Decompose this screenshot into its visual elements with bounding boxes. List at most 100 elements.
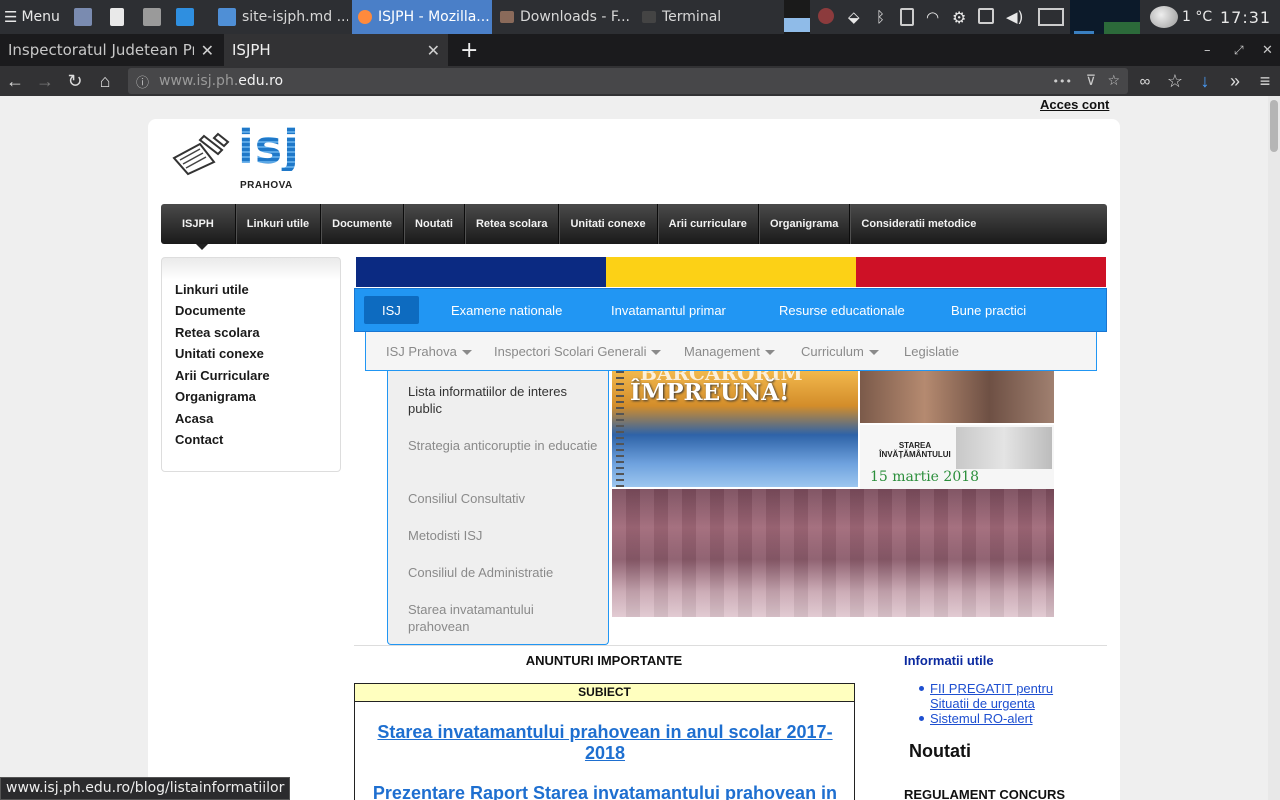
dropdown-item-lista-informatiilor[interactable]: Lista informatiilor de interes public: [408, 383, 598, 417]
dropdown-item-consiliul-consultativ[interactable]: Consiliul Consultativ: [408, 490, 598, 507]
volume-icon[interactable]: ◀): [1006, 8, 1023, 26]
task-text-editor[interactable]: site-isjph.md ...: [212, 0, 348, 34]
info-link-ro-alert[interactable]: Sistemul RO-alert: [919, 711, 1090, 726]
submenu-legislatie[interactable]: Legislatie: [904, 344, 959, 359]
acces-cont-link[interactable]: Acces cont: [1040, 97, 1109, 112]
minimize-window-button[interactable]: –: [1196, 34, 1216, 66]
sidebar-item-documente[interactable]: Documente: [175, 303, 246, 318]
announcement-link-prezentare[interactable]: Prezentare Raport Starea invatamantului …: [365, 783, 845, 800]
workspace-switcher[interactable]: [784, 0, 810, 34]
scrollbar-thumb[interactable]: [1270, 100, 1278, 152]
flag-stripe-blue: [356, 257, 606, 287]
blue-nav-invatamantul-primar[interactable]: Invatamantul primar: [611, 296, 726, 324]
logo-prahova-text: PRAHOVA: [240, 180, 293, 191]
close-window-button[interactable]: ✕: [1254, 34, 1280, 66]
main-nav-documente[interactable]: Documente: [321, 204, 405, 244]
app-menu-icon[interactable]: ≡: [1254, 70, 1276, 92]
main-nav-retea-scolara[interactable]: Retea scolara: [465, 204, 560, 244]
new-tab-button[interactable]: +: [452, 34, 478, 66]
task-firefox[interactable]: ISJPH - Mozilla...: [352, 0, 492, 34]
url-prefix: www.isj.ph.: [159, 73, 239, 89]
dropdown-item-starea-invatamantului[interactable]: Starea invatamantului prahovean: [408, 601, 598, 635]
terminal-icon: [642, 11, 656, 23]
mail-launcher-icon[interactable]: [74, 0, 98, 34]
pocket-icon[interactable]: ⊽: [1086, 73, 1096, 89]
flag-stripe-red: [856, 257, 1106, 287]
blue-nav-isj[interactable]: ISJ: [364, 296, 419, 324]
dropbox-icon[interactable]: ⬙: [848, 8, 860, 26]
secondary-navigation: ISJ Examene nationale Invatamantul prima…: [354, 288, 1107, 332]
weather-icon[interactable]: [1150, 6, 1178, 28]
link-status-url: www.isj.ph.edu.ro/blog/listainformatiilo…: [0, 777, 291, 800]
bluetooth-icon[interactable]: ᛒ: [876, 8, 885, 26]
blue-nav-bune-practici[interactable]: Bune practici: [951, 296, 1026, 324]
clock[interactable]: 17:31: [1220, 0, 1271, 34]
submenu-management[interactable]: Management: [684, 344, 775, 359]
main-nav-linkuri-utile[interactable]: Linkuri utile: [236, 204, 322, 244]
caret-down-icon: [651, 350, 662, 356]
vscode-launcher-icon[interactable]: [176, 0, 200, 34]
logo-isj-text[interactable]: isj: [238, 123, 300, 171]
close-tab-icon[interactable]: ✕: [427, 41, 440, 60]
submenu-inspectori-scolari-generali[interactable]: Inspectori Scolari Generali: [494, 344, 662, 359]
task-downloads[interactable]: Downloads - F...: [494, 0, 634, 34]
dropdown-item-consiliul-de-administratie[interactable]: Consiliul de Administratie: [408, 564, 598, 581]
active-nav-pointer: [196, 244, 208, 250]
calculator-launcher-icon[interactable]: [143, 0, 167, 34]
submenu-isj-prahova[interactable]: ISJ Prahova: [386, 344, 472, 359]
reload-icon[interactable]: ↻: [64, 70, 86, 92]
notes-launcher-icon[interactable]: [110, 0, 130, 34]
back-arrow-icon[interactable]: ←: [4, 70, 26, 92]
firefox-icon: [358, 10, 372, 24]
forward-arrow-icon[interactable]: →: [34, 70, 56, 92]
dropdown-item-metodisti-isj[interactable]: Metodisti ISJ: [408, 527, 598, 544]
blue-nav-resurse-educationale[interactable]: Resurse educationale: [779, 296, 905, 324]
private-mask-icon[interactable]: ∞: [1134, 70, 1156, 92]
main-nav-consideratii-metodice[interactable]: Consideratii metodice: [850, 204, 987, 244]
dropdown-item-strategia-anticoruptie[interactable]: Strategia anticoruptie in educatie: [408, 437, 598, 454]
tab-label: Inspectoratul Judetean Prah: [8, 41, 194, 59]
cpu-monitor-icon[interactable]: [1038, 8, 1064, 26]
overflow-chevron-icon[interactable]: »: [1224, 70, 1246, 92]
submenu-label: Management: [684, 344, 760, 359]
regulament-concurs-link[interactable]: REGULAMENT CONCURS: [904, 787, 1065, 800]
download-icon[interactable]: ↓: [1194, 70, 1216, 92]
maximize-window-button[interactable]: ⤢: [1226, 34, 1246, 66]
menu-button[interactable]: ☰ Menu: [4, 0, 60, 34]
flag-stripe-yellow: [606, 257, 856, 287]
main-nav-organigrama[interactable]: Organigrama: [759, 204, 851, 244]
home-icon[interactable]: ⌂: [94, 70, 116, 92]
terminal-tray-icon[interactable]: [978, 8, 994, 24]
sidebar-item-contact[interactable]: Contact: [175, 432, 223, 447]
main-nav-isjph[interactable]: ISJPH: [161, 204, 236, 244]
sidebar-item-arii-curriculare[interactable]: Arii Curriculare: [175, 368, 270, 383]
settings-gear-icon[interactable]: ⚙: [952, 8, 966, 27]
info-icon[interactable]: ⓘ: [136, 72, 149, 91]
sidebar-item-organigrama[interactable]: Organigrama: [175, 389, 256, 404]
info-link-fii-pregatit[interactable]: FII PREGATIT pentru Situatii de urgenta: [919, 681, 1060, 711]
report-date: 15 martie 2018: [870, 469, 980, 485]
sidebar-item-retea-scolara[interactable]: Retea scolara: [175, 325, 260, 340]
sidebar-item-unitati-conexe[interactable]: Unitati conexe: [175, 346, 264, 361]
pdf-icon[interactable]: [900, 8, 914, 26]
tab-isjph[interactable]: ISJPH ✕: [224, 34, 448, 66]
notification-icon[interactable]: [818, 8, 834, 24]
submenu-curriculum[interactable]: Curriculum: [801, 344, 879, 359]
bookmark-star-icon[interactable]: ☆: [1107, 73, 1120, 89]
main-nav-noutati[interactable]: Noutati: [404, 204, 465, 244]
announcement-link-starea[interactable]: Starea invatamantului prahovean in anul …: [365, 722, 845, 764]
page-scrollbar[interactable]: [1268, 96, 1280, 800]
wifi-icon[interactable]: ◠: [926, 8, 939, 26]
task-terminal[interactable]: Terminal: [636, 0, 776, 34]
sidebar-item-acasa[interactable]: Acasa: [175, 411, 213, 426]
sidebar-item-linkuri-utile[interactable]: Linkuri utile: [175, 282, 249, 297]
main-nav-arii-curriculare[interactable]: Arii curriculare: [658, 204, 759, 244]
close-tab-icon[interactable]: ✕: [201, 41, 214, 60]
library-icon[interactable]: ☆: [1164, 70, 1186, 92]
blue-nav-examene-nationale[interactable]: Examene nationale: [451, 296, 562, 324]
spiral-binding: [616, 371, 624, 487]
main-nav-unitati-conexe[interactable]: Unitati conexe: [559, 204, 658, 244]
page-actions-icon[interactable]: •••: [1053, 75, 1072, 88]
url-bar[interactable]: ⓘ www.isj.ph. edu.ro ••• ⊽ ☆: [128, 68, 1128, 94]
tab-inspectoratul[interactable]: Inspectoratul Judetean Prah ✕: [0, 34, 222, 66]
